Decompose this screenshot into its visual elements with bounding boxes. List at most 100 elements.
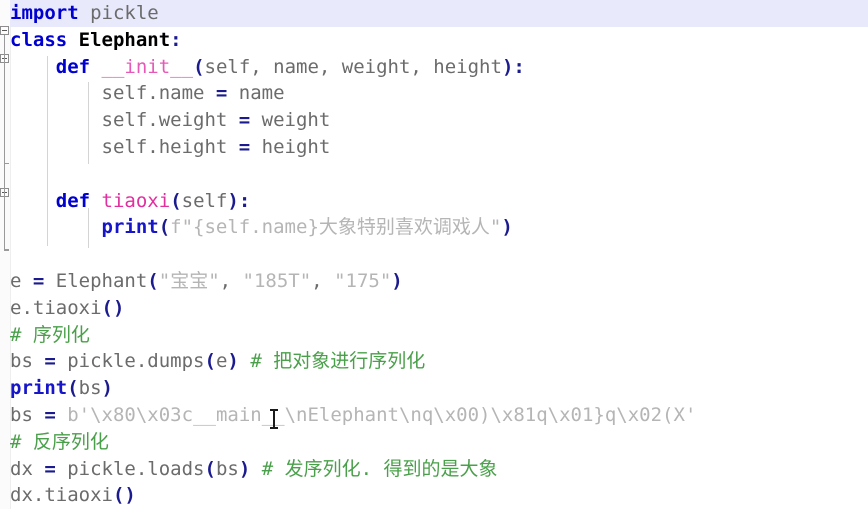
fold-marker-class-elephant[interactable]: [0, 26, 9, 35]
code-token: ): [227, 350, 239, 373]
code-token: e.tiaoxi: [10, 296, 102, 319]
code-line[interactable]: [10, 241, 868, 268]
code-line[interactable]: class Elephant:: [10, 27, 868, 54]
code-token: "175": [334, 269, 392, 292]
code-line[interactable]: e = Elephant("宝宝", "185T", "175"): [10, 268, 868, 295]
code-line[interactable]: def tiaoxi(self):: [10, 188, 868, 215]
code-token: class: [10, 28, 68, 51]
code-line[interactable]: # 序列化: [10, 322, 868, 349]
code-line[interactable]: [10, 161, 868, 188]
code-token: ): [238, 457, 251, 480]
fold-region-end: [4, 249, 9, 250]
code-line[interactable]: self.height = height: [10, 134, 868, 161]
code-token: (: [204, 350, 216, 373]
code-token: weight: [250, 109, 331, 132]
code-token: self.weight: [10, 109, 239, 132]
code-line[interactable]: self.weight = weight: [10, 107, 868, 134]
code-token: self.height: [10, 135, 239, 158]
code-line[interactable]: def __init__(self, name, weight, height)…: [10, 54, 868, 81]
code-line[interactable]: bs = b'\x80\x03c__main__\nElephant\nq\x0…: [10, 402, 868, 429]
code-line[interactable]: e.tiaoxi(): [10, 295, 868, 322]
code-token: =: [32, 269, 45, 292]
code-token: =: [238, 109, 251, 132]
code-line[interactable]: self.name = name: [10, 80, 868, 107]
code-line[interactable]: print(bs): [10, 375, 868, 402]
code-token: (: [193, 55, 205, 78]
fold-region-end: [4, 163, 9, 164]
code-token: (: [67, 377, 79, 400]
fold-region-rail: [4, 197, 5, 249]
code-token: dx.tiaoxi: [10, 484, 113, 507]
fold-region-end: [4, 250, 9, 251]
code-token: print: [10, 377, 68, 400]
code-token: Elephant: [44, 269, 148, 292]
code-token: self, name, weight, height: [204, 55, 502, 78]
code-token: b'\x80\x03c__main__\nElephant\nq\x00)\x8…: [67, 403, 697, 426]
code-token: name: [227, 82, 285, 105]
code-token: def: [55, 189, 91, 212]
code-line[interactable]: # 反序列化: [10, 429, 868, 456]
code-editor[interactable]: import pickle class Elephant: def __init_…: [0, 0, 868, 509]
code-token: (: [204, 457, 216, 480]
code-token: "宝宝": [158, 269, 220, 292]
code-line[interactable]: dx.tiaoxi(): [10, 482, 868, 509]
code-token: (: [147, 269, 159, 292]
code-token: pickle.dumps: [55, 350, 205, 373]
code-token: =: [44, 350, 56, 373]
code-token: bs: [215, 457, 239, 480]
code-token: dx: [10, 457, 45, 480]
code-token: "185T": [242, 269, 312, 292]
code-token: (): [112, 484, 136, 507]
code-line[interactable]: bs = pickle.dumps(e) # 把对象进行序列化: [10, 348, 868, 375]
code-token: f"{self.name}大象特别喜欢调戏人": [170, 216, 502, 239]
code-token: e: [10, 269, 33, 292]
code-token: bs: [10, 403, 45, 426]
code-line[interactable]: import pickle: [10, 0, 868, 27]
code-token: ): [101, 377, 113, 400]
code-token: # 序列化: [10, 323, 90, 346]
code-token: ,: [311, 269, 335, 292]
code-token: (: [158, 216, 171, 239]
code-token: (): [101, 296, 125, 319]
code-token: # 发序列化. 得到的是大象: [261, 457, 498, 480]
code-text-area[interactable]: import pickle class Elephant: def __init_…: [10, 0, 868, 509]
code-token: =: [215, 82, 228, 105]
code-token: # 把对象进行序列化: [250, 350, 426, 373]
code-token: import: [10, 2, 79, 24]
code-token: __init__: [101, 55, 194, 78]
code-token: bs: [78, 377, 102, 400]
code-line[interactable]: dx = pickle.loads(bs) # 发序列化. 得到的是大象: [10, 456, 868, 483]
code-token: ,: [219, 269, 243, 292]
code-token: height: [250, 135, 331, 158]
code-token: =: [238, 135, 251, 158]
code-token: def: [55, 55, 91, 78]
code-token: :: [170, 28, 182, 51]
code-token: tiaoxi: [101, 189, 171, 212]
code-token: # 反序列化: [10, 430, 109, 453]
code-token: ): [391, 269, 403, 292]
code-token: self.name: [10, 82, 216, 105]
code-token: self: [181, 189, 228, 212]
code-token: e: [215, 350, 228, 373]
code-token: pickle: [78, 2, 159, 24]
code-token: =: [44, 457, 56, 480]
code-token: =: [44, 403, 56, 426]
code-token: ): [501, 216, 513, 239]
code-line[interactable]: print(f"{self.name}大象特别喜欢调戏人"): [10, 214, 868, 241]
code-token: pickle.loads: [55, 457, 205, 480]
code-token: bs: [10, 350, 45, 373]
code-token: Elephant: [78, 28, 171, 51]
code-token: ):: [501, 55, 525, 78]
code-token: print: [101, 216, 159, 239]
code-token: (: [170, 189, 182, 212]
code-token: ):: [227, 189, 251, 212]
